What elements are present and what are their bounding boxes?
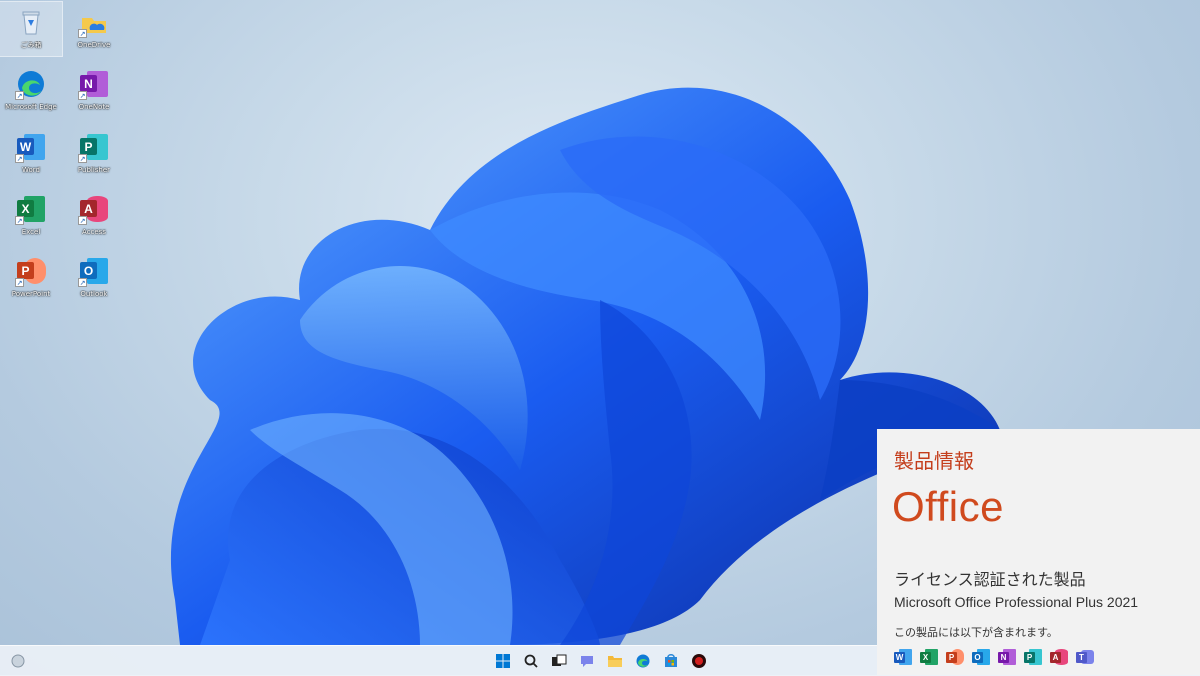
- shortcut-arrow-icon: ↗: [15, 91, 24, 100]
- excel-icon: X ↗: [15, 193, 47, 225]
- publisher-letter: P: [1024, 652, 1035, 663]
- powerpoint-icon: P ↗: [15, 255, 47, 287]
- onenote-icon: N: [998, 648, 1016, 666]
- powerpoint-letter: P: [946, 652, 957, 663]
- windows-start-icon[interactable]: [495, 653, 511, 669]
- product-name: Microsoft Office Professional Plus 2021: [894, 594, 1139, 610]
- product-info-heading: 製品情報: [894, 449, 974, 473]
- word-icon: W: [894, 648, 912, 666]
- recycle-bin-icon: [15, 6, 47, 38]
- powerpoint-icon: P: [946, 648, 964, 666]
- edge-icon: ↗: [15, 68, 47, 100]
- office-logo-text: Office: [892, 483, 1004, 530]
- desktop-icon-recycle-bin[interactable]: ごみ箱: [0, 1, 63, 57]
- desktop-icon-word[interactable]: W ↗ Word: [0, 127, 62, 181]
- desktop-icon-label: PowerPoint: [11, 290, 51, 298]
- publisher-icon: P ↗: [78, 131, 110, 163]
- desktop-icon-onedrive[interactable]: ↗ OneDrive: [63, 2, 125, 56]
- onenote-letter: N: [998, 652, 1009, 663]
- desktop-icon-label: OneNote: [78, 103, 110, 111]
- publisher-icon: P: [1024, 648, 1042, 666]
- desktop-icon-label: Outlook: [80, 290, 108, 298]
- outlook-icon: O: [972, 648, 990, 666]
- desktop-icon-publisher[interactable]: P ↗ Publisher: [63, 127, 125, 181]
- shortcut-arrow-icon: ↗: [78, 216, 87, 225]
- app-icon[interactable]: [691, 653, 707, 669]
- license-status: ライセンス認証された製品: [894, 570, 1086, 589]
- desktop-icon-powerpoint[interactable]: P ↗ PowerPoint: [0, 251, 62, 305]
- outlook-icon: O ↗: [78, 255, 110, 287]
- desktop-icon-microsoft-edge[interactable]: ↗ Microsoft Edge: [0, 64, 62, 118]
- shortcut-arrow-icon: ↗: [15, 154, 24, 163]
- access-letter: A: [1050, 652, 1061, 663]
- shortcut-arrow-icon: ↗: [15, 278, 24, 287]
- search-icon[interactable]: [523, 653, 539, 669]
- access-icon: A ↗: [78, 193, 110, 225]
- chat-icon[interactable]: [579, 653, 595, 669]
- teams-icon: T: [1076, 648, 1094, 666]
- shortcut-arrow-icon: ↗: [78, 91, 87, 100]
- excel-letter: X: [920, 652, 931, 663]
- access-icon: A: [1050, 648, 1068, 666]
- word-letter: W: [894, 652, 905, 663]
- desktop-icon-onenote[interactable]: N ↗ OneNote: [63, 64, 125, 118]
- onedrive-icon: ↗: [78, 6, 110, 38]
- outlook-letter: O: [972, 652, 983, 663]
- desktop-icon-label: Publisher: [77, 166, 111, 174]
- included-apps-list: W X P O N P A T: [894, 648, 1094, 666]
- desktop-icon-label: OneDrive: [77, 41, 111, 49]
- office-product-info-panel: 製品情報 Office ライセンス認証された製品 Microsoft Offic…: [877, 429, 1200, 675]
- shortcut-arrow-icon: ↗: [15, 216, 24, 225]
- excel-icon: X: [920, 648, 938, 666]
- desktop-icon-label: ごみ箱: [20, 41, 42, 49]
- shortcut-arrow-icon: ↗: [78, 278, 87, 287]
- shortcut-arrow-icon: ↗: [78, 29, 87, 38]
- desktop-icon-label: Access: [82, 228, 106, 236]
- desktop-icon-label: Word: [22, 166, 40, 174]
- widgets-icon[interactable]: [10, 653, 26, 669]
- file-explorer-icon[interactable]: [607, 653, 623, 669]
- desktop-icon-label: Excel: [21, 228, 41, 236]
- task-view-icon[interactable]: [551, 653, 567, 669]
- shortcut-arrow-icon: ↗: [78, 154, 87, 163]
- includes-text: この製品には以下が含まれます。: [894, 626, 1058, 639]
- edge-icon[interactable]: [635, 653, 651, 669]
- desktop-icon-label: Microsoft Edge: [5, 103, 57, 111]
- word-icon: W ↗: [15, 131, 47, 163]
- desktop-icon-outlook[interactable]: O ↗ Outlook: [63, 251, 125, 305]
- onenote-icon: N ↗: [78, 68, 110, 100]
- store-icon[interactable]: [663, 653, 679, 669]
- desktop-icon-access[interactable]: A ↗ Access: [63, 189, 125, 243]
- desktop-icon-excel[interactable]: X ↗ Excel: [0, 189, 62, 243]
- teams-letter: T: [1076, 652, 1087, 663]
